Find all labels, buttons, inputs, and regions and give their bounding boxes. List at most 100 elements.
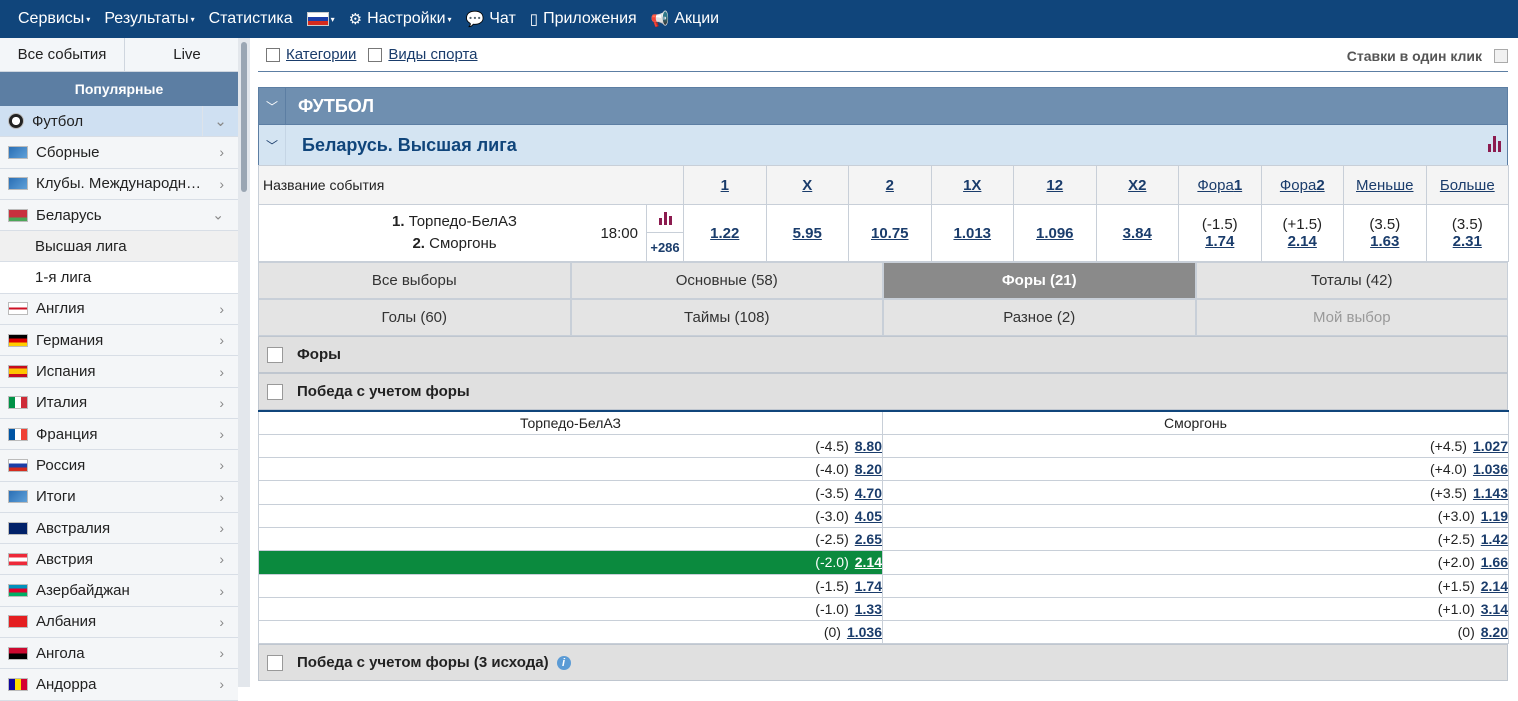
odd-link[interactable]: 1.013 xyxy=(953,225,991,242)
categories-link[interactable]: Категории xyxy=(286,46,356,63)
handicap-team1-cell[interactable]: (-1.0) 1.33 xyxy=(258,596,883,622)
sidebar-item[interactable]: Австралия › xyxy=(0,512,238,545)
chevron-right-icon[interactable]: › xyxy=(219,426,224,442)
section-win-handicap-checkbox[interactable] xyxy=(267,383,283,400)
nav-item-1[interactable]: Результаты ▾ xyxy=(104,10,194,28)
market-header-link[interactable]: 1 xyxy=(721,177,729,194)
sidebar-item[interactable]: Австрия › xyxy=(0,544,238,576)
section-win-handicap-3way[interactable]: Победа с учетом форы (3 исхода) i xyxy=(258,644,1508,682)
market-tab[interactable]: Мой выбор xyxy=(1195,299,1508,336)
chevron-right-icon[interactable]: › xyxy=(219,457,224,473)
odd-link[interactable]: 2.31 xyxy=(1453,233,1482,250)
market-header[interactable]: Фора2 xyxy=(1260,165,1345,205)
odd-link[interactable]: 10.75 xyxy=(871,225,909,242)
statistics-icon[interactable] xyxy=(1488,136,1501,152)
sidebar-item[interactable]: Футбол ⌄ xyxy=(0,106,238,138)
odd-link[interactable]: 2.65 xyxy=(855,531,882,547)
odd-link[interactable]: 1.42 xyxy=(1481,531,1508,547)
handicap-team2-cell[interactable]: (+1.0) 3.14 xyxy=(882,596,1509,622)
handicap-team2-cell[interactable]: (+3.0) 1.19 xyxy=(882,503,1509,528)
sidebar-item[interactable]: 1-я лига xyxy=(0,262,238,294)
sidebar-item[interactable]: Испания › xyxy=(0,356,238,388)
odd-link[interactable]: 1.22 xyxy=(710,225,739,242)
handicap-team1-cell[interactable]: (-2.5) 2.65 xyxy=(258,526,883,552)
nav-item-0[interactable]: Сервисы ▾ xyxy=(18,10,90,28)
odd-link[interactable]: 1.027 xyxy=(1473,438,1508,454)
nav-item-3[interactable]: ▾ xyxy=(306,12,335,26)
section-win-handicap[interactable]: Победа с учетом форы xyxy=(258,373,1508,410)
sidebar-item[interactable]: Россия › xyxy=(0,450,238,482)
handicap-team2-cell[interactable]: (+3.5) 1.143 xyxy=(882,480,1509,505)
market-header[interactable]: Больше xyxy=(1425,165,1510,205)
collapse-league-button[interactable]: ﹀ xyxy=(259,125,286,165)
market-header-link[interactable]: Фора1 xyxy=(1197,177,1242,194)
handicap-team2-cell[interactable]: (0) 8.20 xyxy=(882,620,1509,645)
section-win-handicap-3way-checkbox[interactable] xyxy=(267,654,283,671)
odd-link[interactable]: 1.74 xyxy=(855,578,882,594)
handicap-odd-cell[interactable]: (+1.5) 2.14 xyxy=(1260,204,1345,262)
chevron-right-icon[interactable]: › xyxy=(219,176,224,192)
market-tab[interactable]: Все выборы xyxy=(258,262,571,299)
odd-link[interactable]: 1.143 xyxy=(1473,485,1508,501)
market-header-link[interactable]: 2 xyxy=(886,177,894,194)
sidebar-item[interactable]: Италия › xyxy=(0,387,238,419)
market-tab[interactable]: Разное (2) xyxy=(883,299,1196,336)
odd-cell[interactable]: 10.75 xyxy=(848,204,932,262)
chevron-right-icon[interactable]: › xyxy=(219,583,224,599)
handicap-team1-cell[interactable]: (-1.5) 1.74 xyxy=(258,573,883,598)
odd-link[interactable]: 1.33 xyxy=(855,601,882,617)
nav-item-2[interactable]: Статистика xyxy=(209,10,293,28)
section-handicaps-checkbox[interactable] xyxy=(267,346,283,363)
collapse-sport-button[interactable]: ﹀ xyxy=(259,88,286,124)
market-header-link[interactable]: Больше xyxy=(1440,177,1495,194)
sidebar-item[interactable]: Азербайджан › xyxy=(0,575,238,607)
chevron-right-icon[interactable]: › xyxy=(219,489,224,505)
sidebar-item[interactable]: Итоги › xyxy=(0,481,238,513)
chevron-right-icon[interactable]: › xyxy=(219,144,224,160)
handicap-odd-cell[interactable]: (-1.5) 1.74 xyxy=(1178,204,1262,262)
odd-link[interactable]: 5.95 xyxy=(793,225,822,242)
odd-link[interactable]: 2.14 xyxy=(1481,578,1508,594)
handicap-team2-cell[interactable]: (+1.5) 2.14 xyxy=(882,573,1509,598)
chevron-right-icon[interactable]: › xyxy=(219,395,224,411)
odd-link[interactable]: 1.036 xyxy=(1473,461,1508,477)
market-header[interactable]: 1 xyxy=(683,165,767,205)
handicap-team1-cell[interactable]: (-4.5) 8.80 xyxy=(258,433,883,459)
event-stats-icon[interactable] xyxy=(647,205,684,233)
handicap-team1-cell[interactable]: (-3.5) 4.70 xyxy=(258,480,883,505)
odd-link[interactable]: 4.70 xyxy=(855,485,882,501)
market-header[interactable]: 1X xyxy=(930,165,1015,205)
odd-link[interactable]: 1.63 xyxy=(1370,233,1399,250)
more-markets-button[interactable]: +286 xyxy=(647,233,683,261)
odd-link[interactable]: 1.096 xyxy=(1036,225,1074,242)
chevron-right-icon[interactable]: › xyxy=(219,614,224,630)
sidebar-item[interactable]: Андорра › xyxy=(0,669,238,701)
sidebar-scrollbar[interactable] xyxy=(238,38,250,687)
sidebar-item[interactable]: Беларусь ⌄ xyxy=(0,199,238,232)
handicap-odd-cell[interactable]: (3.5) 1.63 xyxy=(1343,204,1427,262)
odd-link[interactable]: 8.20 xyxy=(855,461,882,477)
chevron-right-icon[interactable]: › xyxy=(219,332,224,348)
market-header-link[interactable]: X2 xyxy=(1128,177,1146,194)
tab-all-events[interactable]: Все события xyxy=(0,38,125,71)
market-header[interactable]: Фора1 xyxy=(1178,165,1262,205)
odd-cell[interactable]: 5.95 xyxy=(765,204,850,262)
handicap-team1-cell[interactable]: (-4.0) 8.20 xyxy=(258,457,883,482)
handicap-team2-cell[interactable]: (+2.0) 1.66 xyxy=(882,550,1509,575)
market-tab[interactable]: Тоталы (42) xyxy=(1195,262,1508,299)
sports-link[interactable]: Виды спорта xyxy=(388,46,477,63)
odd-link[interactable]: 4.05 xyxy=(855,508,882,524)
market-header-link[interactable]: Меньше xyxy=(1356,177,1413,194)
event-teams[interactable]: 1. Торпедо-БелАЗ 2. Сморгонь 18:00 xyxy=(258,204,647,262)
market-header-link[interactable]: Фора2 xyxy=(1280,177,1325,194)
odd-cell[interactable]: 1.22 xyxy=(683,204,767,262)
handicap-team1-cell[interactable]: (0) 1.036 xyxy=(258,620,883,645)
chevron-down-icon[interactable]: ⌄ xyxy=(202,106,238,137)
market-header-link[interactable]: X xyxy=(802,177,812,194)
scrollbar-thumb[interactable] xyxy=(241,42,247,192)
odd-link[interactable]: 2.14 xyxy=(1288,233,1317,250)
one-click-checkbox[interactable] xyxy=(1494,49,1508,63)
handicap-team2-cell[interactable]: (+2.5) 1.42 xyxy=(882,526,1509,552)
odd-link[interactable]: 8.20 xyxy=(1481,624,1508,640)
market-header-link[interactable]: 12 xyxy=(1046,177,1063,194)
